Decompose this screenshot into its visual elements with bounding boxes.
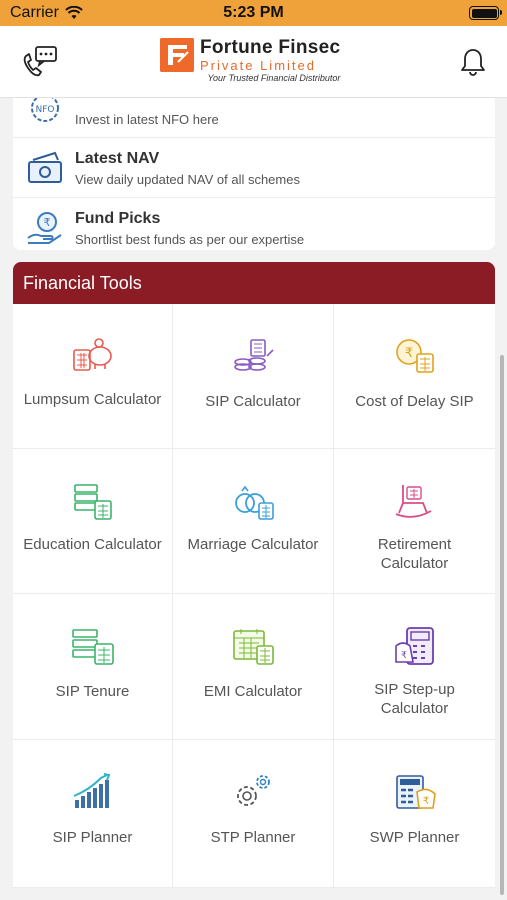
vertical-scrollbar[interactable] bbox=[500, 355, 504, 895]
status-bar: Carrier 5:23 PM bbox=[0, 0, 507, 26]
tool-sip-planner[interactable]: SIP Planner bbox=[13, 740, 173, 888]
list-item-subtitle: Invest in latest NFO here bbox=[75, 112, 219, 127]
svg-text:₹: ₹ bbox=[401, 651, 407, 661]
tool-retirement-calculator[interactable]: Retirement Calculator bbox=[334, 449, 495, 594]
tenure-calculator-icon bbox=[71, 629, 114, 665]
financial-tools-header: Financial Tools bbox=[13, 262, 495, 304]
nfo-icon: NFO bbox=[31, 98, 59, 122]
svg-text:₹: ₹ bbox=[404, 346, 412, 361]
stepup-calculator-icon: ₹ bbox=[394, 627, 434, 665]
logo-title: Fortune Finsec bbox=[200, 37, 341, 58]
tool-label: SIP Tenure bbox=[55, 683, 130, 700]
piggy-calculator-icon bbox=[72, 338, 112, 371]
tool-sip-calculator[interactable]: SIP Calculator bbox=[173, 304, 334, 449]
nav-icon bbox=[28, 151, 62, 183]
tool-cost-of-delay-sip[interactable]: ₹ Cost of Delay SIP bbox=[334, 304, 495, 449]
education-calculator-icon bbox=[73, 484, 112, 520]
tool-sip-stepup-calculator[interactable]: ₹ SIP Step-up Calculator bbox=[334, 594, 495, 740]
tool-sip-tenure[interactable]: SIP Tenure bbox=[13, 594, 173, 740]
list-item-title: Latest NAV bbox=[75, 150, 160, 167]
tool-label: Marriage Calculator bbox=[187, 536, 319, 553]
tool-lumpsum-calculator[interactable]: Lumpsum Calculator bbox=[13, 304, 173, 449]
tool-label: EMI Calculator bbox=[203, 683, 303, 700]
tool-label: SIP Calculator bbox=[205, 393, 301, 410]
app-header: Fortune Finsec Private Limited Your Trus… bbox=[0, 26, 507, 98]
quick-links-card: NFO Invest in latest NFO here Latest NAV… bbox=[13, 98, 495, 250]
list-item-subtitle: View daily updated NAV of all schemes bbox=[75, 172, 300, 187]
tool-marriage-calculator[interactable]: Marriage Calculator bbox=[173, 449, 334, 594]
bell-icon[interactable] bbox=[459, 47, 487, 77]
rupee-coin-calculator-icon: ₹ bbox=[395, 339, 434, 373]
financial-tools-grid: Lumpsum Calculator SIP Calculator ₹ Cost… bbox=[13, 304, 495, 888]
list-item-fund-picks[interactable]: ₹ Fund Picks Shortlist best funds as per… bbox=[13, 198, 495, 250]
tool-label: SIP Planner bbox=[52, 829, 133, 846]
brand-logo: Fortune Finsec Private Limited Your Trus… bbox=[160, 38, 340, 83]
tool-label: Retirement Calculator bbox=[377, 536, 452, 572]
clock: 5:23 PM bbox=[223, 4, 284, 21]
coins-calculator-icon bbox=[234, 339, 274, 371]
tool-label: Cost of Delay SIP bbox=[355, 393, 474, 410]
rupee-bag-calculator-icon: ₹ bbox=[395, 775, 436, 809]
svg-text:₹: ₹ bbox=[422, 796, 428, 807]
tool-emi-calculator[interactable]: EMI Calculator bbox=[173, 594, 334, 740]
rings-calculator-icon bbox=[235, 485, 274, 520]
tool-label: Lumpsum Calculator bbox=[23, 391, 162, 408]
logo-mark-icon bbox=[160, 38, 194, 72]
call-chat-icon[interactable] bbox=[20, 44, 60, 80]
gears-icon bbox=[237, 775, 270, 806]
battery-icon bbox=[469, 6, 502, 20]
tool-swp-planner[interactable]: ₹ SWP Planner bbox=[334, 740, 495, 888]
tool-label: STP Planner bbox=[210, 829, 296, 846]
list-item-nfo[interactable]: NFO Invest in latest NFO here bbox=[13, 98, 495, 138]
tool-label: Education Calculator bbox=[23, 536, 162, 553]
tool-stp-planner[interactable]: STP Planner bbox=[173, 740, 334, 888]
bar-growth-icon bbox=[73, 773, 110, 808]
tool-label: SWP Planner bbox=[369, 829, 460, 846]
list-item-title: Fund Picks bbox=[75, 210, 161, 227]
rocking-chair-calculator-icon bbox=[395, 485, 431, 518]
tool-label: SIP Step-up Calculator bbox=[374, 681, 455, 717]
logo-subtitle: Private Limited bbox=[200, 58, 316, 73]
tool-education-calculator[interactable]: Education Calculator bbox=[13, 449, 173, 594]
svg-text:NFO: NFO bbox=[36, 105, 55, 115]
calendar-calculator-icon bbox=[233, 629, 274, 665]
list-item-subtitle: Shortlist best funds as per our expertis… bbox=[75, 232, 305, 247]
list-item-latest-nav[interactable]: Latest NAV View daily updated NAV of all… bbox=[13, 138, 495, 198]
fund-picks-icon: ₹ bbox=[27, 212, 62, 244]
svg-text:₹: ₹ bbox=[44, 216, 51, 229]
logo-tagline: Your Trusted Financial Distributor bbox=[207, 73, 341, 83]
